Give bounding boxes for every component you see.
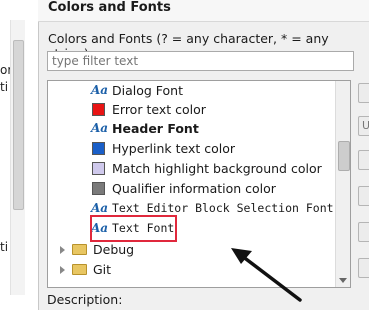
annotation-arrow-icon <box>231 248 302 302</box>
